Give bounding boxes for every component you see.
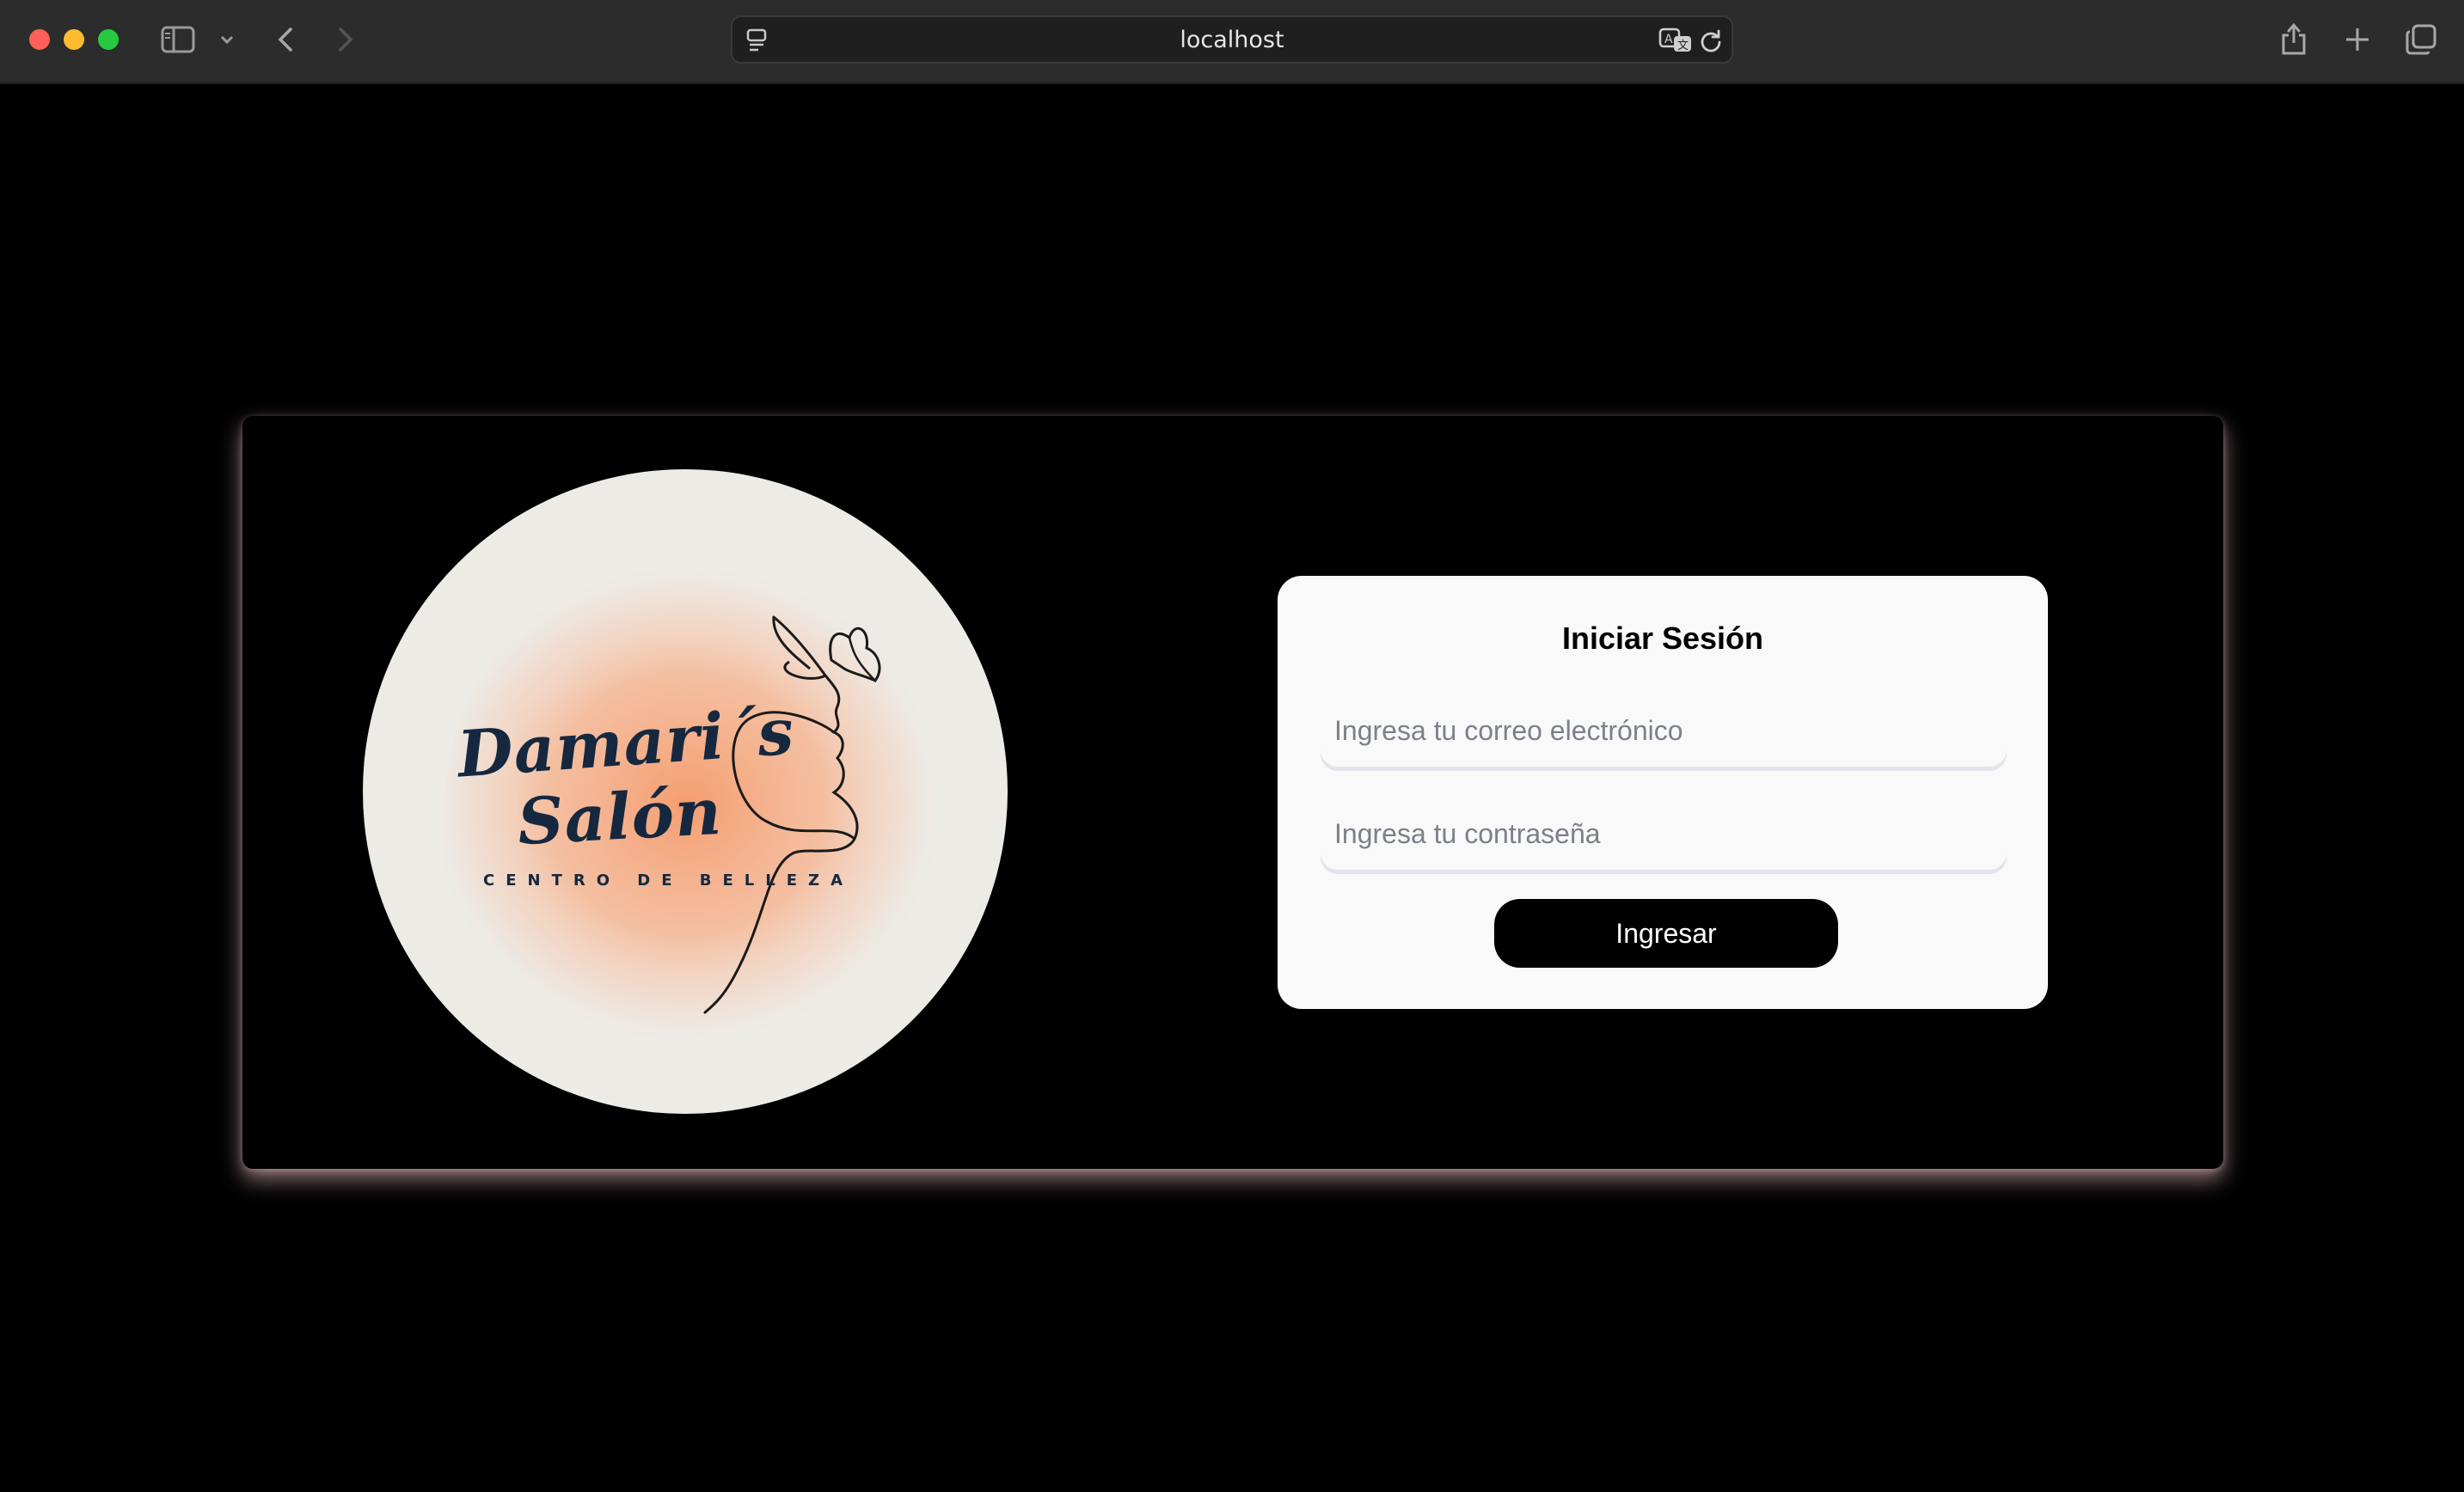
salon-logo: Damari´s Salón CENTRO DE BELLEZA <box>363 469 1008 1114</box>
logo-text: Damari´s Salón CENTRO DE BELLEZA <box>363 469 1008 1114</box>
sidebar-icon[interactable] <box>160 22 196 57</box>
login-title: Iniciar Sesión <box>1561 621 1764 656</box>
svg-text:A: A <box>1664 33 1673 46</box>
minimize-window-button[interactable] <box>64 29 84 50</box>
reload-icon[interactable] <box>1697 28 1725 55</box>
login-panel: Damari´s Salón CENTRO DE BELLEZA Iniciar… <box>242 416 2223 1169</box>
browser-toolbar: localhost A文 <box>0 0 2464 84</box>
translate-icon[interactable]: A文 <box>1658 26 1694 55</box>
login-button[interactable]: Ingresar <box>1494 899 1838 968</box>
address-bar[interactable]: localhost A文 <box>731 15 1733 64</box>
logo-name-line1: Damari´s <box>455 694 797 792</box>
zoom-window-button[interactable] <box>98 29 119 50</box>
password-field[interactable] <box>1321 798 2007 870</box>
logo-tagline: CENTRO DE BELLEZA <box>483 871 855 890</box>
url-text: localhost <box>1180 26 1284 53</box>
back-icon[interactable] <box>272 24 299 55</box>
share-icon[interactable] <box>2278 19 2309 58</box>
svg-text:文: 文 <box>1677 40 1689 52</box>
forward-icon[interactable] <box>332 24 359 55</box>
email-field[interactable] <box>1321 694 2007 767</box>
logo-name-line2: Salón <box>515 774 724 860</box>
chevron-down-icon[interactable] <box>217 29 237 50</box>
new-tab-icon[interactable] <box>2342 24 2373 55</box>
close-window-button[interactable] <box>29 29 50 50</box>
login-form: Iniciar Sesión Ingresar <box>1278 576 2048 1009</box>
tab-overview-icon[interactable] <box>2404 22 2438 57</box>
